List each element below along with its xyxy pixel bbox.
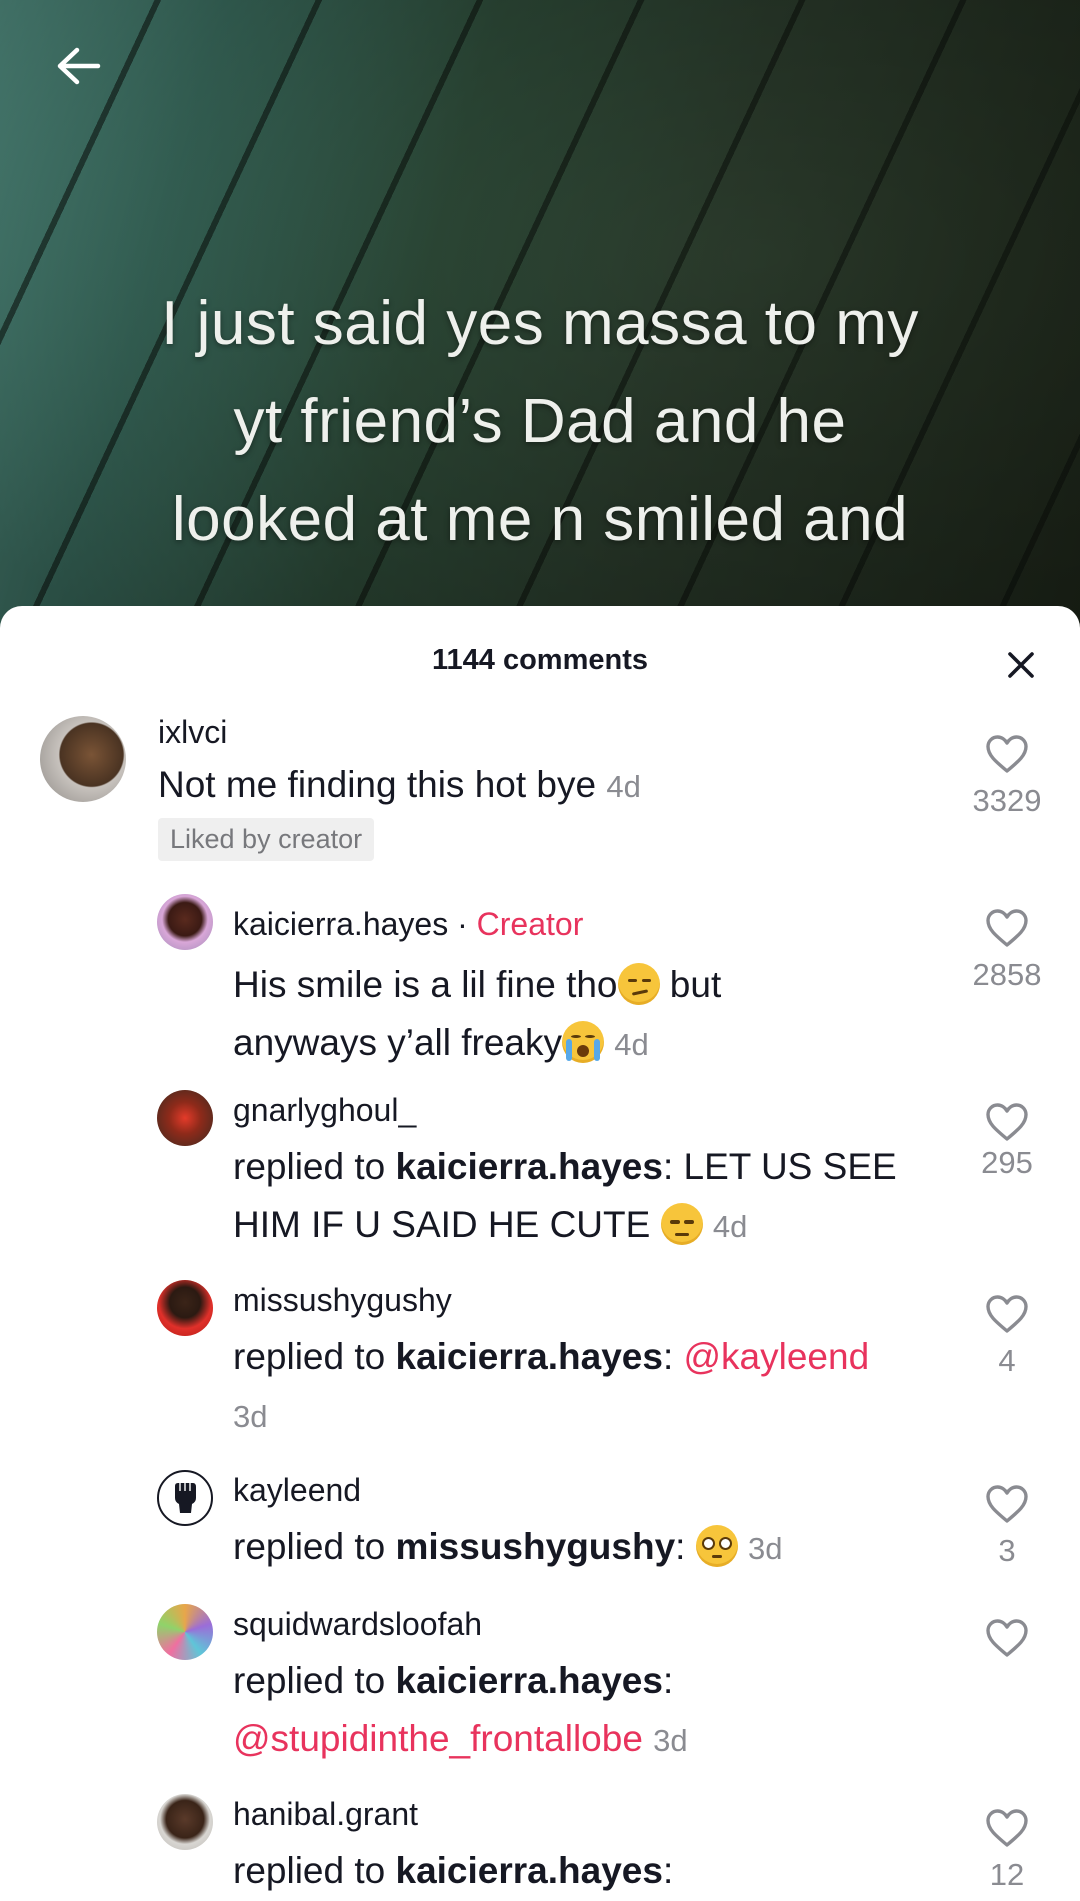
comment-text: replied to kaicierra.hayes: (233, 1842, 973, 1900)
comment-username[interactable]: ixlvci (158, 714, 227, 751)
reply-item: squidwardsloofah replied to kaicierra.ha… (0, 1596, 1080, 1759)
reply-item: hanibal.grant replied to kaicierra.hayes… (0, 1786, 1080, 1901)
comment-text: His smile is a lil fine tho but anyways … (233, 956, 833, 1074)
heart-outline-icon (986, 909, 1028, 947)
comment-username[interactable]: missushygushy (233, 1282, 452, 1319)
comment-body-b: but (659, 964, 722, 1005)
comment-time: 4d (606, 769, 641, 804)
crying-emoji-icon (562, 1021, 605, 1063)
comment-count: 1144 comments (431, 644, 648, 676)
close-button[interactable] (996, 640, 1046, 690)
like-button[interactable] (962, 1618, 1052, 1663)
comment-text: Not me finding this hot bye 4d (158, 756, 898, 816)
heart-outline-icon (986, 1485, 1028, 1523)
avatar[interactable] (157, 894, 213, 950)
like-button[interactable]: 3 (962, 1484, 1052, 1569)
back-button[interactable] (48, 36, 108, 96)
colon: : (662, 1850, 674, 1891)
replied-to-user[interactable]: kaicierra.hayes (396, 1850, 663, 1891)
video-background: I just said yes massa to my yt friend’s … (0, 0, 1080, 640)
reply-item: kaicierra.hayes · Creator His smile is a… (0, 894, 1080, 1063)
mention-link[interactable]: @stupidinthe_frontallobe (233, 1718, 643, 1759)
comment-time: 3d (748, 1531, 783, 1566)
username-text: kaicierra.hayes (233, 906, 449, 942)
reply-prefix: replied to (233, 1850, 396, 1891)
heart-outline-icon (986, 1809, 1028, 1847)
avatar[interactable] (157, 1794, 213, 1850)
reply-item: gnarlyghoul_ replied to kaicierra.hayes:… (0, 1082, 1080, 1245)
colon: : (662, 1660, 674, 1701)
comment-time: 3d (653, 1723, 688, 1758)
heart-outline-icon (986, 1103, 1028, 1141)
comment-username[interactable]: squidwardsloofah (233, 1606, 482, 1643)
comment-time: 4d (614, 1027, 649, 1062)
video-caption: I just said yes massa to my yt friend’s … (161, 289, 919, 554)
comment-body-c: anyways y’all freaky (233, 1022, 563, 1063)
reply-prefix: replied to (233, 1336, 396, 1377)
avatar[interactable] (157, 1470, 213, 1526)
avatar[interactable] (157, 1090, 213, 1146)
close-x-icon (1008, 652, 1034, 678)
comment-username[interactable]: kaicierra.hayes · Creator (233, 906, 583, 943)
reply-prefix: replied to (233, 1660, 396, 1701)
comment-username[interactable]: kayleend (233, 1472, 361, 1509)
comment-body: Not me finding this hot bye (158, 764, 597, 805)
comment-text: replied to kaicierra.hayes: LET US SEE H… (233, 1138, 973, 1256)
avatar[interactable] (40, 716, 126, 802)
comment-username[interactable]: gnarlyghoul_ (233, 1092, 416, 1129)
comments-sheet: 1144 comments ixlvci Not me finding this… (0, 606, 1080, 1901)
like-button[interactable]: 3329 (962, 734, 1052, 819)
comment-time: 3d (233, 1399, 268, 1434)
heart-outline-icon (986, 1295, 1028, 1333)
comment-body-a: His smile is a lil fine tho (233, 964, 618, 1005)
like-count: 12 (989, 1857, 1025, 1892)
replied-to-user[interactable]: kaicierra.hayes (396, 1336, 663, 1377)
reply-prefix: replied to (233, 1526, 396, 1567)
arrow-left-icon (57, 47, 101, 85)
like-button[interactable]: 4 (962, 1294, 1052, 1379)
separator: · (457, 906, 468, 942)
like-count: 3 (998, 1533, 1016, 1568)
liked-by-creator-badge: Liked by creator (158, 818, 375, 861)
smirk-emoji-icon (617, 963, 660, 1005)
mention-link[interactable]: @kayleend (684, 1336, 870, 1377)
avatar[interactable] (157, 1604, 213, 1660)
raised-fist-icon (175, 1483, 196, 1513)
reply-item: missushygushy replied to kaicierra.hayes… (0, 1272, 1080, 1434)
comment-username[interactable]: hanibal.grant (233, 1796, 418, 1833)
like-count: 295 (981, 1145, 1033, 1180)
like-count: 4 (998, 1343, 1016, 1378)
comment-text: replied to kaicierra.hayes: @kayleend 3d (233, 1328, 973, 1446)
replied-to-user[interactable]: kaicierra.hayes (396, 1660, 663, 1701)
replied-to-user[interactable]: kaicierra.hayes (396, 1146, 663, 1187)
like-count: 3329 (972, 783, 1042, 818)
heart-outline-icon (986, 1619, 1028, 1657)
replied-to-user[interactable]: missushygushy (396, 1526, 676, 1567)
avatar[interactable] (157, 1280, 213, 1336)
colon: : (675, 1526, 686, 1567)
colon: : (662, 1336, 684, 1377)
reply-item: kayleend replied to missushygushy: 3d 3 (0, 1462, 1080, 1572)
like-button[interactable]: 2858 (962, 908, 1052, 993)
comment-text: replied to kaicierra.hayes: @stupidinthe… (233, 1652, 973, 1770)
creator-label: Creator (476, 906, 584, 942)
reply-prefix: replied to (233, 1146, 396, 1187)
comment-time: 4d (712, 1209, 748, 1244)
like-button[interactable]: 12 (962, 1808, 1052, 1893)
flushed-emoji-icon (695, 1525, 738, 1567)
comment-item: ixlvci Not me finding this hot bye 4d 33… (0, 714, 1080, 861)
like-count: 2858 (972, 957, 1042, 992)
like-button[interactable]: 295 (962, 1102, 1052, 1181)
sheet-header: 1144 comments (0, 606, 1080, 716)
unamused-emoji-icon (660, 1203, 703, 1245)
heart-outline-icon (986, 735, 1028, 773)
comment-text: replied to missushygushy: 3d (233, 1518, 973, 1578)
